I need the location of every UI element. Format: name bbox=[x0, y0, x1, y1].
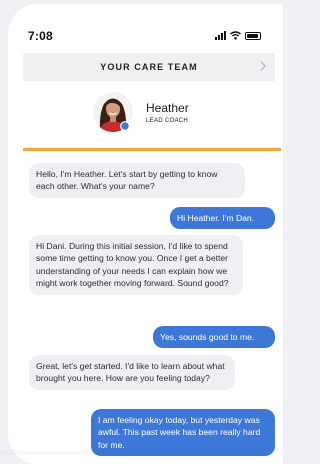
avatar[interactable] bbox=[92, 91, 134, 133]
coach-role: LEAD COACH bbox=[146, 118, 188, 124]
care-team-header[interactable]: YOUR CARE TEAM bbox=[23, 53, 275, 81]
message-bubble-coach: Hello, I'm Heather. Let's start by getti… bbox=[29, 163, 245, 198]
bottom-edge bbox=[0, 447, 283, 455]
accent-divider bbox=[23, 148, 281, 151]
wifi-icon bbox=[230, 31, 241, 40]
status-bar: 7:08 bbox=[8, 4, 283, 48]
status-time: 7:08 bbox=[28, 29, 53, 43]
message-bubble-user: Yes, sounds good to me. bbox=[153, 326, 275, 348]
phone-screen: 7:08 YOUR CARE TEAM bbox=[8, 4, 283, 464]
coach-profile[interactable]: Heather LEAD COACH bbox=[8, 87, 283, 147]
message-bubble-coach: Great, let's get started. I'd like to le… bbox=[29, 355, 235, 390]
status-icons bbox=[215, 30, 261, 40]
care-team-title: YOUR CARE TEAM bbox=[100, 62, 197, 72]
message-bubble-coach: Hi Dani. During this initial session, I'… bbox=[29, 235, 243, 295]
battery-icon bbox=[245, 32, 261, 40]
chevron-right-icon[interactable] bbox=[259, 60, 267, 72]
message-bubble-user: Hi Heather. I'm Dan. bbox=[170, 207, 275, 229]
coach-name: Heather bbox=[146, 101, 189, 115]
online-status-dot bbox=[121, 122, 130, 131]
signal-icon bbox=[215, 31, 226, 40]
